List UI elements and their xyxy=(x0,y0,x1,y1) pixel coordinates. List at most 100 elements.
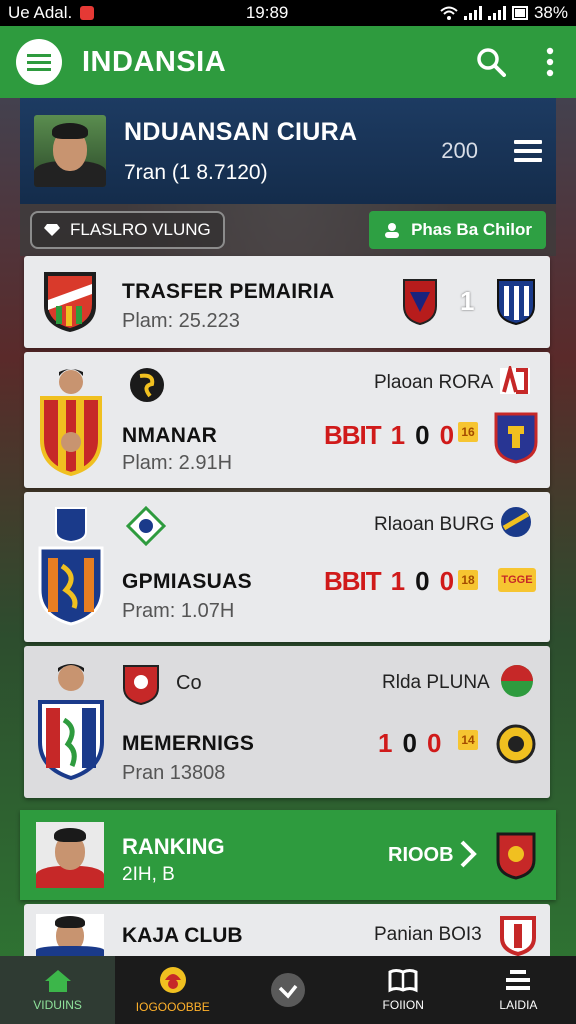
club-crest-icon xyxy=(38,664,104,781)
card-subtitle: Pran 13808 xyxy=(122,762,226,784)
score-away: 0 xyxy=(426,728,442,758)
nav-book-label: FOIION xyxy=(382,998,424,1012)
main-content: NDUANSAN CIURA 7ran (1 8.7120) 200 FLASL… xyxy=(20,98,556,956)
match-score: 1 0 0 xyxy=(378,728,441,759)
score-separator: 0 xyxy=(415,420,430,450)
profile-subtitle: 7ran (1 8.7120) xyxy=(124,160,268,184)
minute-tag: 16 xyxy=(458,422,478,442)
score-lead: BBIT xyxy=(324,566,382,596)
wifi-icon xyxy=(440,6,458,20)
score-separator: 0 xyxy=(415,566,430,596)
players-button-label: Phas Ba Chilor xyxy=(411,220,532,239)
card-right-label: Plaoan RORA xyxy=(374,372,494,393)
card-small-text: Co xyxy=(176,672,202,694)
score-home: 1 xyxy=(378,728,393,758)
match-score: BBIT 1 0 0 xyxy=(324,566,454,597)
club-right-label: Panian BOI3 xyxy=(374,924,482,945)
trophy-icon xyxy=(159,967,186,993)
ranking-crest-icon xyxy=(496,832,536,880)
card-subtitle: Pram: 1.07H xyxy=(122,600,235,622)
nav-check[interactable] xyxy=(230,956,345,1024)
card-right-label: Rlaoan BURG xyxy=(374,514,495,535)
extra-badge: TGGE xyxy=(498,568,536,592)
profile-menu-icon[interactable] xyxy=(514,140,542,162)
score-home: 1 xyxy=(390,420,406,450)
sponsor-crest-icon xyxy=(126,506,166,546)
app-title: INDANSIA xyxy=(82,45,227,78)
ranking-right-text: RIOOB xyxy=(388,844,454,866)
away-team-crest-icon xyxy=(496,724,536,764)
score-lead: BBIT xyxy=(324,420,382,450)
people-icon xyxy=(385,223,400,238)
profile-name: NDUANSAN CIURA xyxy=(124,117,358,146)
card-title: NMANAR xyxy=(122,424,218,447)
team-crest-icon xyxy=(44,272,96,332)
bottom-nav: VIDUINS IOGOOOBBE FOIION LAIDIA xyxy=(0,956,576,1024)
filter-row: FLASLRO VLUNG Phas Ba Chilor xyxy=(20,204,556,256)
match-card-1[interactable]: TRASFER PEMAIRIA Plam: 25.223 1 xyxy=(24,256,550,348)
mini-badge-icon xyxy=(501,507,531,537)
club-crest-icon xyxy=(38,507,104,626)
nav-trophy-label: IOGOOOBBE xyxy=(135,1000,210,1014)
app-bar: INDANSIA xyxy=(0,26,576,98)
away-team-crest-icon xyxy=(494,412,538,464)
book-icon xyxy=(388,969,418,993)
profile-header[interactable]: NDUANSAN CIURA 7ran (1 8.7120) 200 xyxy=(20,98,556,204)
match-card-2[interactable]: NMANAR Plam: 2.91H Plaoan RORA BBIT 1 0 … xyxy=(24,352,550,488)
ranking-card[interactable]: RANKING 2IH, B RIOOB xyxy=(20,810,556,900)
home-team-crest-icon xyxy=(403,279,437,326)
status-bar: Ue Adal. 19:89 38% xyxy=(0,0,576,26)
status-left-text: Ue Adal. xyxy=(8,3,73,22)
profile-count: 200 xyxy=(441,138,478,163)
match-card-4[interactable]: Co MEMERNIGS Pran 13808 Rlda PLUNA 1 0 0… xyxy=(24,646,550,798)
chevron-right-icon[interactable] xyxy=(458,840,478,868)
profile-avatar xyxy=(34,115,106,187)
menu-icon xyxy=(27,54,51,71)
nav-trophy[interactable]: IOGOOOBBE xyxy=(115,956,230,1024)
nav-list[interactable]: LAIDIA xyxy=(461,956,576,1024)
score-away: 0 xyxy=(439,420,455,450)
match-card-3[interactable]: GPMIASUAS Pram: 1.07H Rlaoan BURG BBIT 1… xyxy=(24,492,550,642)
ranking-title: RANKING xyxy=(122,834,225,859)
more-vert-icon[interactable] xyxy=(546,47,554,77)
ranking-subtitle: 2IH, B xyxy=(122,864,175,885)
minute-tag: 18 xyxy=(458,570,478,590)
minute-tag: 14 xyxy=(458,730,478,750)
score-separator: 0 xyxy=(402,728,417,758)
sponsor-crest-icon xyxy=(130,368,164,402)
list-icon xyxy=(506,970,531,990)
battery-icon xyxy=(511,6,528,20)
signal-icon-2 xyxy=(487,6,506,20)
ranking-avatar xyxy=(36,822,104,888)
filter-chip-label: FLASLRO VLUNG xyxy=(70,220,211,239)
status-time: 19:89 xyxy=(245,3,289,22)
sponsor-crest-icon xyxy=(123,665,159,706)
card-title: TRASFER PEMAIRIA xyxy=(122,280,335,303)
mini-badge-icon xyxy=(501,665,533,697)
players-button[interactable]: Phas Ba Chilor xyxy=(369,211,546,249)
filter-chip[interactable]: FLASLRO VLUNG xyxy=(30,211,225,249)
away-team-crest-icon xyxy=(497,279,535,326)
nav-book[interactable]: FOIION xyxy=(346,956,461,1024)
score-away: 0 xyxy=(439,566,455,596)
battery-percent: 38% xyxy=(533,3,568,22)
club-card[interactable]: KAJA CLUB Panian BOI3 xyxy=(24,904,550,956)
search-icon[interactable] xyxy=(476,47,506,77)
club-avatar xyxy=(36,914,104,956)
home-icon xyxy=(44,970,71,992)
card-title: GPMIASUAS xyxy=(122,570,252,593)
notification-icon xyxy=(80,6,95,20)
menu-button[interactable] xyxy=(16,39,62,85)
card-score: 1 xyxy=(460,286,475,316)
club-crest-icon xyxy=(40,369,102,476)
card-subtitle: Plam: 25.223 xyxy=(122,310,240,332)
club-title: KAJA CLUB xyxy=(122,924,243,947)
check-circle-icon xyxy=(271,973,305,1007)
signal-icon xyxy=(463,6,482,20)
nav-home-label: VIDUINS xyxy=(33,998,82,1012)
club-crest-icon xyxy=(500,916,536,956)
mini-badge-icon xyxy=(500,366,530,394)
match-score: BBIT 1 0 0 xyxy=(324,420,454,451)
nav-home[interactable]: VIDUINS xyxy=(0,956,116,1024)
score-home: 1 xyxy=(390,566,406,596)
